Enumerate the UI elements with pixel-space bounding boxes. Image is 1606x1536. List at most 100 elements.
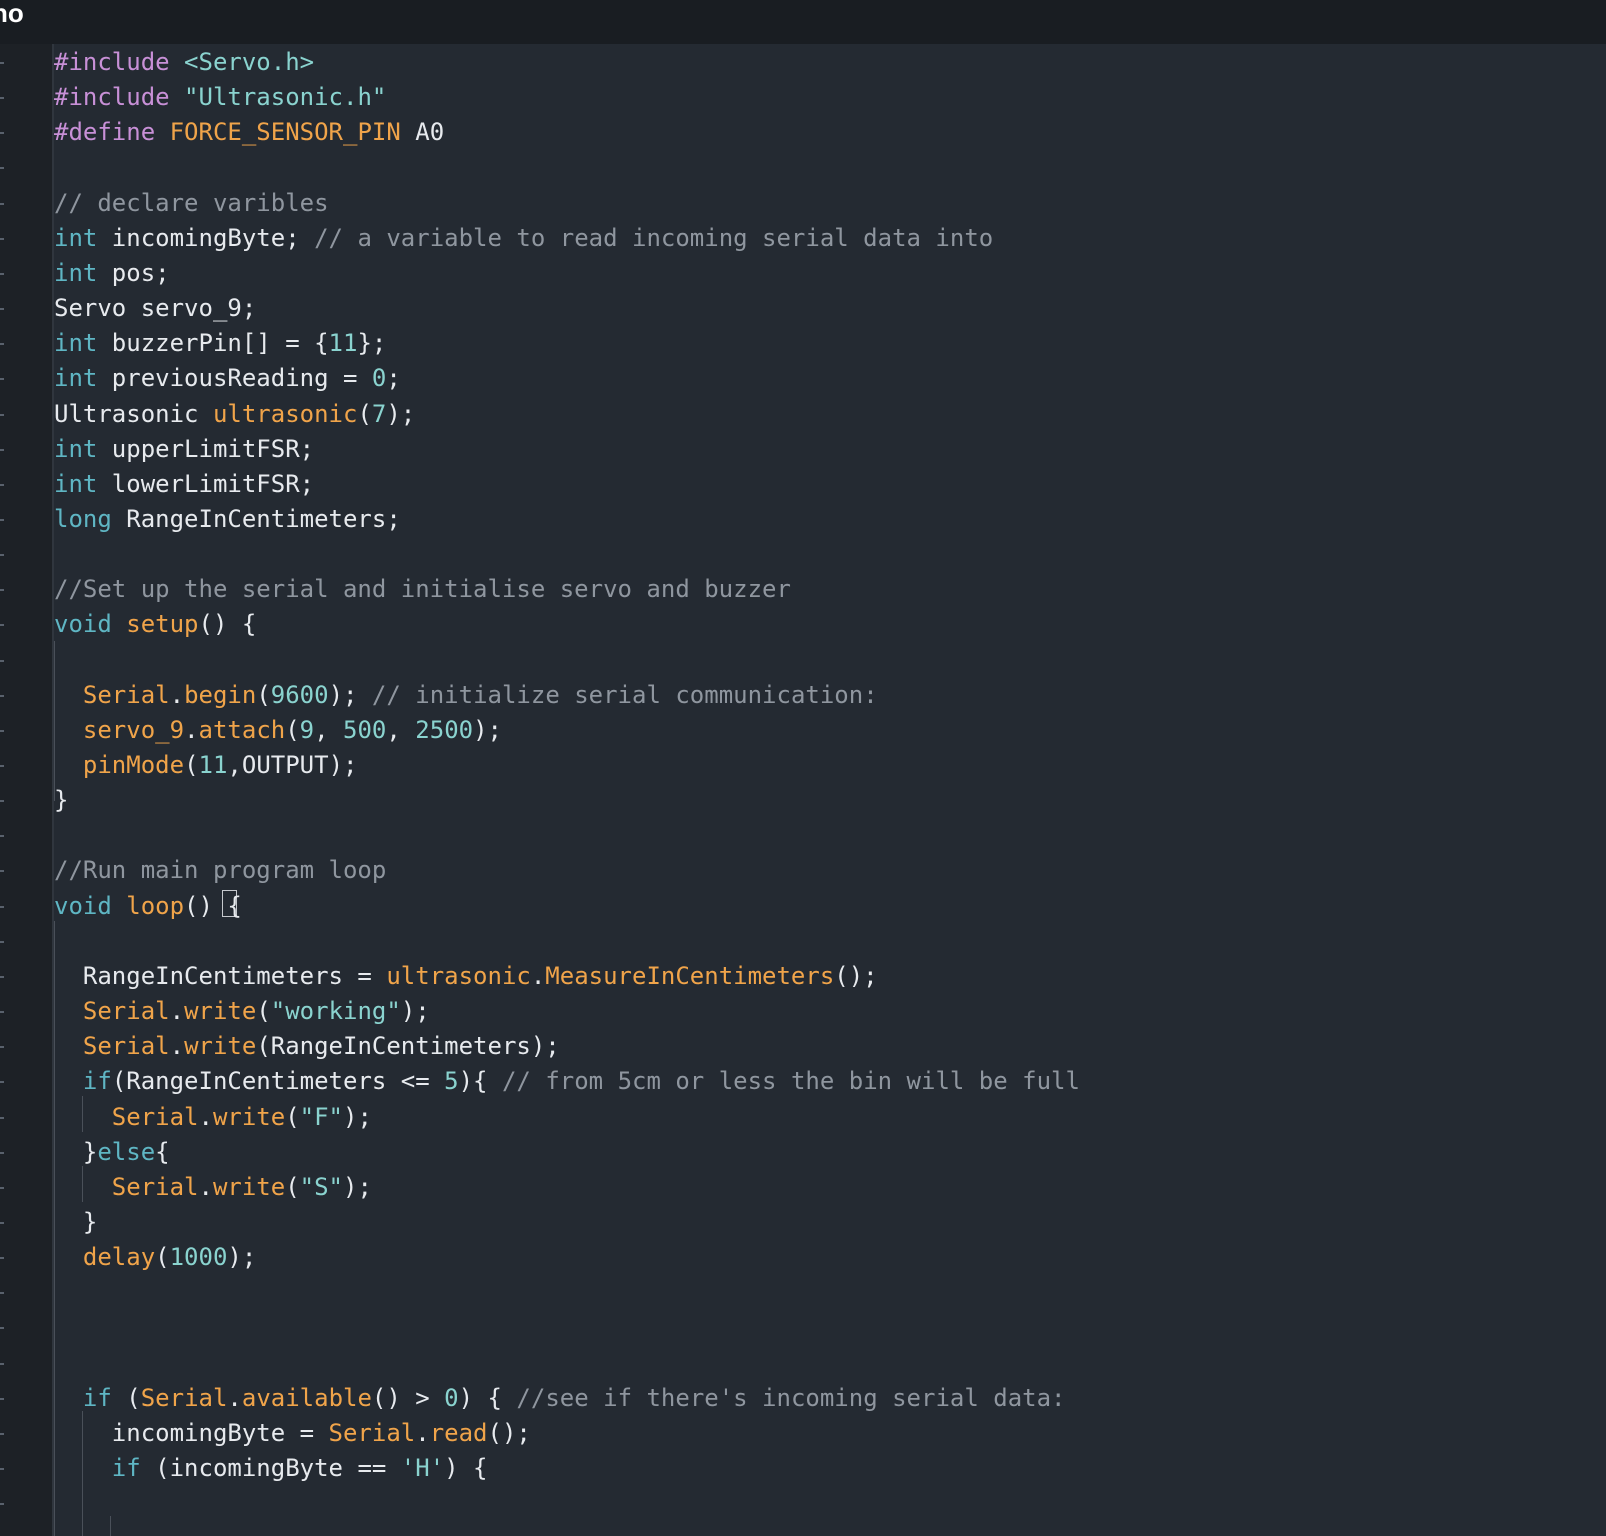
- code-line[interactable]: int previousReading = 0;: [54, 360, 401, 396]
- code-line[interactable]: // declare varibles: [54, 185, 329, 221]
- code-line[interactable]: Serial.write("F");: [54, 1099, 372, 1135]
- code-token: ();: [834, 961, 878, 990]
- code-token: "F": [299, 1102, 344, 1131]
- code-token: );: [328, 680, 372, 709]
- code-line[interactable]: #include "Ultrasonic.h": [54, 79, 386, 115]
- code-token: .: [227, 1383, 242, 1412]
- code-token: "working": [270, 997, 401, 1026]
- code-line[interactable]: }else{: [54, 1134, 170, 1170]
- gutter-line-marker: [0, 202, 4, 205]
- gutter-line-marker: [0, 1046, 4, 1049]
- gutter-line-marker: [0, 448, 4, 451]
- code-line[interactable]: long RangeInCentimeters;: [54, 501, 401, 537]
- code-token: (RangeInCentimeters);: [256, 1032, 560, 1061]
- code-token: void: [54, 610, 112, 639]
- gutter-line-marker: [0, 1503, 4, 1506]
- code-token: loop: [126, 891, 185, 920]
- code-line[interactable]: //Run main program loop: [54, 852, 386, 888]
- gutter-line-marker: [0, 975, 4, 978]
- code-line[interactable]: Serial.write("working");: [54, 993, 430, 1029]
- gutter-line-marker: [0, 589, 4, 592]
- code-line[interactable]: #define FORCE_SENSOR_PIN A0: [54, 114, 444, 150]
- code-line[interactable]: servo_9.attach(9, 500, 2500);: [54, 712, 502, 748]
- code-line[interactable]: void loop() {: [54, 888, 242, 924]
- code-line[interactable]: incomingByte = Serial.read();: [54, 1415, 531, 1451]
- code-token: A0: [400, 118, 445, 147]
- code-token: int: [54, 469, 98, 498]
- code-line[interactable]: }: [54, 1204, 97, 1240]
- code-line[interactable]: #include <Servo.h>: [54, 44, 314, 80]
- code-line[interactable]: delay(1000);: [54, 1239, 256, 1275]
- gutter-line-marker: [0, 1011, 4, 1014]
- code-editor[interactable]: #include <Servo.h> #include "Ultrasonic.h…: [52, 44, 1606, 1536]
- code-line[interactable]: int incomingByte; // a variable to read …: [54, 220, 993, 256]
- code-line[interactable]: Servo servo_9;: [54, 290, 256, 326]
- gutter-line-marker: [0, 167, 4, 170]
- code-line[interactable]: int lowerLimitFSR;: [54, 466, 314, 502]
- code-token: if: [82, 1383, 112, 1412]
- code-token: .: [415, 1418, 430, 1447]
- code-token: );: [473, 715, 502, 744]
- gutter-line-marker: [0, 659, 4, 662]
- code-token: //Run main program loop: [54, 856, 387, 885]
- gutter-line-marker: [0, 1292, 4, 1295]
- code-token: 9: [299, 715, 315, 744]
- code-token: 500: [343, 715, 387, 744]
- code-editor-window: no #include <Servo.h>#include "Ultrasoni…: [0, 0, 1606, 1536]
- code-token: (: [111, 1383, 141, 1412]
- code-token: }: [54, 1207, 98, 1236]
- code-token: (: [357, 399, 372, 428]
- code-line[interactable]: pinMode(11,OUTPUT);: [54, 747, 358, 783]
- code-line[interactable]: if(RangeInCentimeters <= 5){ // from 5cm…: [54, 1063, 1080, 1099]
- code-token: (: [155, 1243, 170, 1272]
- code-token: );: [400, 997, 430, 1026]
- code-line[interactable]: RangeInCentimeters = ultrasonic.MeasureI…: [54, 958, 878, 994]
- code-line[interactable]: Serial.write("S");: [54, 1169, 372, 1205]
- code-token: long: [54, 504, 112, 533]
- code-token: Serial: [82, 997, 170, 1026]
- code-token: RangeInCentimeters;: [111, 504, 401, 533]
- code-line[interactable]: if (Serial.available() > 0) { //see if t…: [54, 1380, 1066, 1416]
- code-token: 11: [328, 329, 358, 358]
- code-token: 2500: [415, 715, 474, 744]
- indent-guide-nested-if: [110, 1516, 111, 1536]
- code-token: Serial: [111, 1102, 199, 1131]
- window-title: no: [0, 0, 24, 28]
- code-token: ,: [386, 715, 416, 744]
- code-token: setup: [126, 610, 199, 639]
- code-line[interactable]: Serial.write(RangeInCentimeters);: [54, 1028, 560, 1064]
- code-line[interactable]: int pos;: [54, 255, 170, 291]
- code-token: () {: [198, 610, 257, 639]
- code-token: if: [111, 1454, 141, 1482]
- code-line[interactable]: int buzzerPin[] = {11};: [54, 325, 386, 361]
- code-line[interactable]: Serial.begin(9600); // initialize serial…: [54, 677, 878, 713]
- gutter-line-marker: [0, 97, 4, 100]
- code-token: 0: [444, 1383, 459, 1412]
- code-line[interactable]: if (incomingByte == 'H') {: [54, 1450, 488, 1486]
- code-line[interactable]: //Set up the serial and initialise servo…: [54, 571, 791, 607]
- code-token: (: [285, 1102, 300, 1131]
- code-token: read: [429, 1418, 488, 1447]
- code-line[interactable]: Ultrasonic ultrasonic(7);: [54, 396, 415, 432]
- gutter-line-marker: [0, 905, 4, 908]
- code-line[interactable]: int upperLimitFSR;: [54, 431, 314, 467]
- code-token: ;: [386, 364, 401, 393]
- code-line[interactable]: }: [54, 782, 68, 818]
- gutter-line-marker: [0, 1151, 4, 1154]
- code-token: .: [169, 680, 185, 709]
- line-number-gutter[interactable]: [0, 44, 52, 1536]
- title-bar: no: [0, 0, 1606, 44]
- code-token: .: [184, 715, 199, 744]
- code-token: );: [343, 1102, 372, 1131]
- code-token: .: [169, 1032, 185, 1061]
- code-token: .: [169, 997, 185, 1026]
- code-token: RangeInCentimeters =: [54, 961, 387, 990]
- code-line[interactable]: void setup() {: [54, 606, 256, 642]
- gutter-line-marker: [0, 870, 4, 873]
- code-token: "S": [299, 1172, 344, 1201]
